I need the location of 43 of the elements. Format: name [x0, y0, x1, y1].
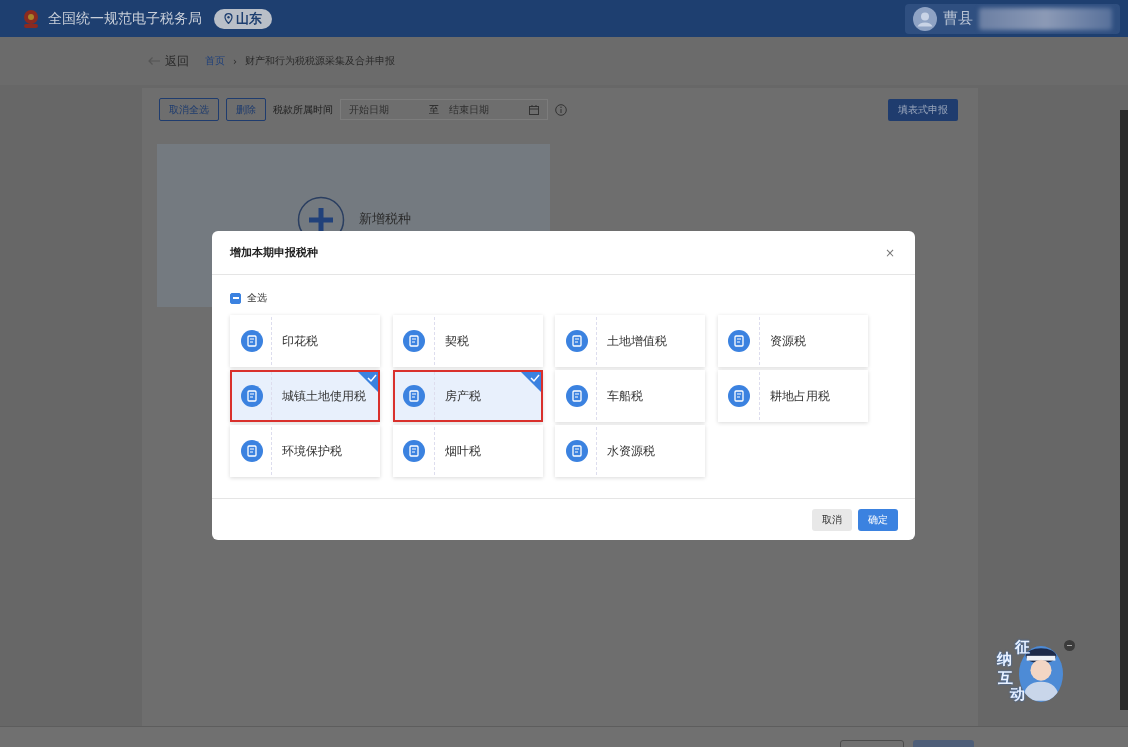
document-icon — [565, 440, 588, 462]
document-icon — [565, 330, 588, 352]
confirm-button[interactable]: 确定 — [858, 508, 898, 531]
document-icon — [240, 440, 263, 462]
document-icon — [728, 385, 750, 407]
document-icon — [403, 385, 425, 407]
cancel-button[interactable]: 取消 — [812, 508, 852, 531]
minimize-button[interactable] — [1064, 640, 1075, 651]
tax-option[interactable]: 城镇土地使用税 — [230, 370, 380, 422]
tax-option[interactable]: 耕地占用税 — [717, 370, 868, 422]
region-button[interactable]: 山东 — [214, 8, 272, 29]
close-button[interactable]: × — [882, 245, 897, 260]
tax-option[interactable]: 土地增值税 — [555, 315, 705, 367]
select-all-label: 全选 — [247, 291, 267, 305]
tax-option[interactable]: 水资源税 — [555, 425, 705, 477]
document-icon — [728, 330, 750, 352]
tax-option[interactable]: 印花税 — [230, 315, 380, 367]
form-declare-button[interactable]: 填表式申报 — [888, 98, 958, 121]
tax-option[interactable]: 车船税 — [555, 370, 705, 422]
document-icon — [565, 385, 588, 407]
document-icon — [240, 385, 263, 407]
tax-option[interactable]: 契税 — [392, 315, 543, 367]
check-corner-icon — [520, 372, 541, 392]
scrollbar[interactable] — [1120, 110, 1128, 710]
period-label: 税款所属时间 — [273, 102, 333, 117]
info-icon[interactable] — [555, 103, 567, 116]
location-pin-icon — [224, 13, 233, 24]
tax-option[interactable]: 环境保护税 — [230, 425, 380, 477]
select-all-checkbox[interactable] — [230, 292, 241, 304]
document-icon — [403, 330, 425, 352]
tax-option[interactable]: 烟叶税 — [392, 425, 543, 477]
avatar-icon — [913, 6, 937, 31]
document-icon — [403, 440, 425, 462]
calendar-icon — [529, 104, 539, 115]
site-title: 全国统一规范电子税务局 — [48, 9, 202, 28]
breadcrumb-separator: › — [233, 55, 237, 67]
user-name: 曹县 — [943, 9, 973, 28]
check-corner-icon — [358, 372, 378, 392]
user-menu[interactable]: 曹县 — [905, 3, 1120, 34]
document-icon — [240, 330, 263, 352]
dialog-title: 增加本期申报税种 — [230, 245, 318, 260]
tax-option[interactable]: 资源税 — [717, 315, 868, 367]
tax-option[interactable]: 房产税 — [392, 370, 543, 422]
